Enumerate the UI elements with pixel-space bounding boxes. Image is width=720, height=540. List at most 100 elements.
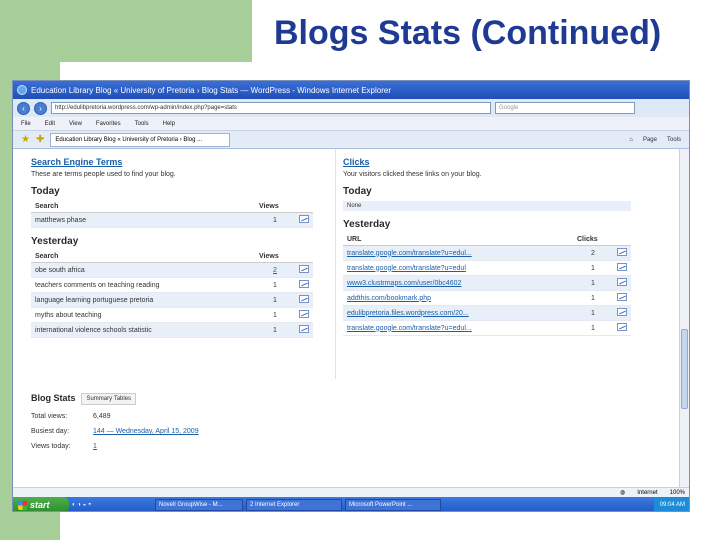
globe-icon: ◍ xyxy=(620,490,626,496)
click-url-link[interactable]: addthis.com/bookmark.php xyxy=(347,295,431,302)
status-zone: Internet xyxy=(637,489,658,496)
column-header: URL xyxy=(343,234,573,246)
start-button[interactable]: start xyxy=(13,497,69,511)
blog-stats-title: Blog Stats xyxy=(31,393,76,403)
favorites-star-icon[interactable]: ★ xyxy=(21,134,30,145)
search-term: matthews phase xyxy=(31,212,255,228)
click-url-link[interactable]: translate.google.com/translate?u=edul xyxy=(347,265,466,272)
graph-icon[interactable] xyxy=(617,323,627,331)
column-header: Search xyxy=(31,251,255,263)
graph-icon[interactable] xyxy=(299,280,309,288)
graph-icon[interactable] xyxy=(617,308,627,316)
table-row: addthis.com/bookmark.php 1 xyxy=(343,290,631,306)
clicks-today-heading: Today xyxy=(343,186,372,197)
table-row: translate.google.com/translate?u=edul...… xyxy=(343,245,631,261)
view-count: 1 xyxy=(255,277,295,293)
click-count: 1 xyxy=(573,320,613,336)
status-zoom[interactable]: 100% xyxy=(670,490,685,496)
vertical-scrollbar[interactable] xyxy=(679,149,689,487)
graph-icon[interactable] xyxy=(299,325,309,333)
search-today-heading: Today xyxy=(31,186,60,197)
column-header: Search xyxy=(31,201,255,213)
column-header: Views xyxy=(255,201,295,213)
address-bar: ‹ › http://edulibpretoria.wordpress.com/… xyxy=(13,99,689,117)
graph-icon[interactable] xyxy=(299,310,309,318)
graph-icon[interactable] xyxy=(617,248,627,256)
table-row: translate.google.com/translate?u=edul...… xyxy=(343,320,631,336)
click-url-link[interactable]: www3.clustrmaps.com/user/0bc4602 xyxy=(347,280,461,287)
menu-favorites[interactable]: Favorites xyxy=(96,121,121,127)
views-today-row: Views today: 1 xyxy=(31,443,321,450)
click-count: 1 xyxy=(573,275,613,291)
clicks-title[interactable]: Clicks xyxy=(343,157,631,167)
summary-tables-tab[interactable]: Summary Tables xyxy=(81,393,137,406)
views-today-link[interactable]: 1 xyxy=(93,443,97,450)
taskbar-powerpoint[interactable]: Microsoft PowerPoint ... xyxy=(345,499,441,511)
browser-screenshot: Education Library Blog « University of P… xyxy=(12,80,690,512)
graph-icon[interactable] xyxy=(299,295,309,303)
view-count: 1 xyxy=(255,292,295,308)
graph-icon[interactable] xyxy=(617,293,627,301)
click-url-link[interactable]: edulibpretoria.files.wordpress.com/20... xyxy=(347,310,469,317)
menu-help[interactable]: Help xyxy=(163,121,175,127)
clicks-yesterday-table: URL Clicks translate.google.com/translate… xyxy=(343,234,631,336)
taskbar: start ◐ ◑ ◒ ◓ Novell GroupWise - M... 2 … xyxy=(13,497,689,511)
page-menu[interactable]: Page xyxy=(643,137,657,143)
views-today-label: Views today: xyxy=(31,443,71,451)
window-title: Education Library Blog « University of P… xyxy=(31,85,391,95)
search-term: obe south africa xyxy=(31,262,255,278)
menu-edit[interactable]: Edit xyxy=(45,121,55,127)
menu-file[interactable]: File xyxy=(21,121,31,127)
clicks-description: Your visitors clicked these links on you… xyxy=(343,171,482,178)
clicks-panel: Clicks Your visitors clicked these links… xyxy=(343,157,631,336)
taskbar-internet-explorer[interactable]: 2 Internet Explorer xyxy=(246,499,342,511)
search-term: myths about teaching xyxy=(31,307,255,323)
search-term: teachers comments on teaching reading xyxy=(31,277,255,293)
graph-icon[interactable] xyxy=(299,215,309,223)
view-count: 1 xyxy=(255,212,295,228)
click-count: 1 xyxy=(573,260,613,276)
table-row: language learning portuguese pretoria 1 xyxy=(31,292,313,308)
search-terms-title[interactable]: Search Engine Terms xyxy=(31,157,313,167)
home-icon[interactable]: ⌂ xyxy=(629,137,633,143)
click-url-link[interactable]: translate.google.com/translate?u=edul... xyxy=(347,250,472,257)
column-divider xyxy=(335,149,336,379)
search-term: language learning portuguese pretoria xyxy=(31,292,255,308)
graph-icon[interactable] xyxy=(299,265,309,273)
tab-bar: ★ ✚ Education Library Blog « University … xyxy=(13,131,689,149)
menu-tools[interactable]: Tools xyxy=(135,121,149,127)
add-favorite-icon[interactable]: ✚ xyxy=(36,134,44,145)
quick-launch-icons[interactable]: ◐ ◑ ◒ ◓ xyxy=(72,502,152,508)
tools-menu[interactable]: Tools xyxy=(667,137,681,143)
table-row: teachers comments on teaching reading 1 xyxy=(31,277,313,293)
forward-button[interactable]: › xyxy=(34,101,47,115)
graph-icon[interactable] xyxy=(617,278,627,286)
blog-stats-panel: Blog Stats Summary Tables Total views: 6… xyxy=(31,393,321,450)
search-terms-panel: Search Engine Terms These are terms peop… xyxy=(31,157,313,338)
graph-icon[interactable] xyxy=(617,263,627,271)
ie-icon xyxy=(17,85,27,95)
search-field[interactable]: Google xyxy=(495,102,635,114)
back-button[interactable]: ‹ xyxy=(17,101,30,115)
total-views-label: Total views: xyxy=(31,413,68,421)
scroll-thumb[interactable] xyxy=(681,329,688,409)
click-count: 1 xyxy=(573,305,613,321)
page-content: Search Engine Terms These are terms peop… xyxy=(13,149,681,487)
url-field[interactable]: http://edulibpretoria.wordpress.com/wp-a… xyxy=(51,102,491,114)
table-row: www3.clustrmaps.com/user/0bc4602 1 xyxy=(343,275,631,291)
search-yesterday-table: Search Views obe south africa 2 teachers c… xyxy=(31,251,313,338)
busiest-day-link[interactable]: 144 — Wednesday, April 15, 2009 xyxy=(93,428,199,435)
status-bar: ◍ Internet 100% xyxy=(13,487,689,497)
start-label: start xyxy=(30,500,50,510)
menu-view[interactable]: View xyxy=(69,121,82,127)
view-count-link[interactable]: 2 xyxy=(273,267,277,274)
table-row: international violence schools statistic… xyxy=(31,322,313,338)
click-count: 2 xyxy=(573,245,613,261)
search-today-table: Search Views matthews phase 1 xyxy=(31,201,313,228)
taskbar-groupwise[interactable]: Novell GroupWise - M... xyxy=(155,499,243,511)
windows-flag-icon xyxy=(18,500,27,510)
view-count: 1 xyxy=(255,322,295,338)
slide-title: Blogs Stats (Continued) xyxy=(252,0,720,62)
click-url-link[interactable]: translate.google.com/translate?u=edul... xyxy=(347,325,472,332)
browser-tab[interactable]: Education Library Blog « University of P… xyxy=(50,132,231,147)
